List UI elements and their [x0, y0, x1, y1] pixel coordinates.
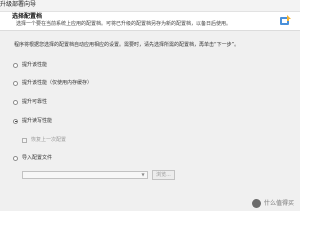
radio-option-reliability[interactable]: 提升可靠性: [13, 98, 47, 106]
watermark: 什么值得买: [251, 199, 294, 208]
title-bar: 升级部署向导: [0, 0, 300, 12]
watermark-logo-icon: [251, 199, 261, 208]
radio-option-performance-memory-cache[interactable]: 提升该性能（仅使用内存缓存）: [13, 79, 92, 87]
radio-label: 提升该性能（仅使用内存缓存）: [22, 79, 93, 86]
setup-wizard-window: 升级部署向导 选择配置档 选择一个要在当前系统上应用的配置档。可将已升级的配置档…: [0, 0, 300, 211]
restore-last-config-checkbox[interactable]: [22, 137, 27, 143]
browse-button[interactable]: 浏览...: [152, 170, 175, 180]
wizard-header: 选择配置档 选择一个要在当前系统上应用的配置档。可将已升级的配置档另存为新的配置…: [0, 12, 300, 31]
wizard-body: 程序将根据您选择的配置档自动应用相应的设置。需要时，请先选择所需的配置档，再单击…: [0, 31, 300, 211]
chevron-down-icon[interactable]: ▼: [139, 172, 147, 178]
radio-button-selected[interactable]: [13, 118, 18, 124]
radio-button[interactable]: [13, 99, 18, 105]
checkbox-label: 恢复上一次配置: [31, 136, 67, 143]
radio-button[interactable]: [13, 155, 18, 161]
radio-label: 导入配置文件: [22, 154, 53, 161]
intro-text: 程序将根据您选择的配置档自动应用相应的设置。需要时，请先选择所需的配置档，再单击…: [14, 42, 240, 48]
radio-option-read-write-performance[interactable]: 提升读写性能: [13, 117, 52, 125]
header-description: 选择一个要在当前系统上应用的配置档。可将已升级的配置档另存为新的配置档，以备日后…: [16, 21, 232, 27]
watermark-text: 什么值得买: [263, 199, 294, 207]
radio-option-performance[interactable]: 提升该性能: [13, 61, 47, 69]
radio-label: 提升可靠性: [22, 98, 48, 105]
wizard-icon: [280, 15, 291, 25]
radio-button[interactable]: [13, 62, 18, 68]
radio-label: 提升读写性能: [22, 117, 53, 124]
radio-option-import-config[interactable]: 导入配置文件: [13, 154, 52, 162]
config-file-select[interactable]: ▼: [22, 171, 148, 179]
restore-last-config-row[interactable]: 恢复上一次配置: [22, 136, 66, 144]
radio-button[interactable]: [13, 80, 18, 86]
radio-label: 提升该性能: [22, 61, 48, 68]
header-title: 选择配置档: [12, 13, 43, 20]
window-title: 升级部署向导: [0, 1, 37, 8]
